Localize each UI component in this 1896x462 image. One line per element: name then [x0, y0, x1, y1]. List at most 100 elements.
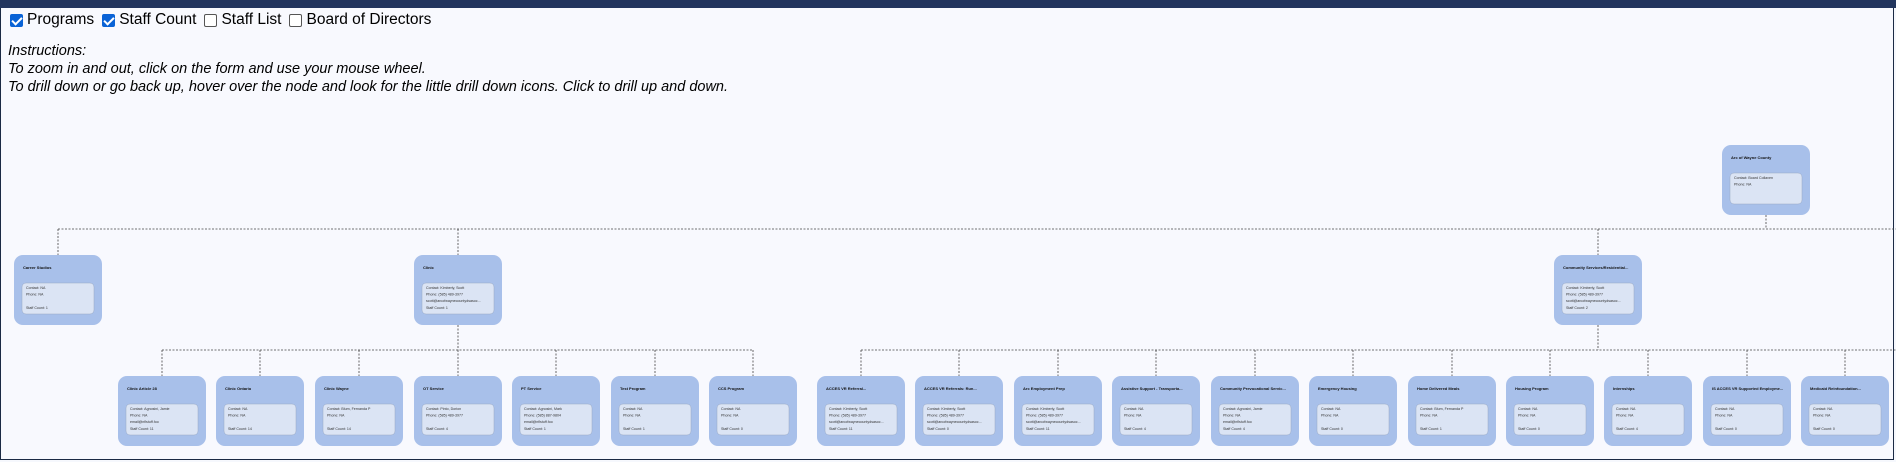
node-info-line: Contact: NA [26, 286, 46, 290]
node-title: OT Service [423, 386, 445, 391]
node-info-line: Staff Count: 1 [426, 306, 448, 310]
staff-list-label: Staff List [221, 11, 282, 28]
node-title: Career Studios [23, 265, 52, 270]
node-program[interactable]: Emergency Housing Contact: NA Phone: NA Sta… [1309, 376, 1397, 446]
node-info-line: Phone: NA [1124, 414, 1142, 418]
node-info-line: Phone: (585) 489-3977 [426, 414, 463, 418]
node-program[interactable]: Arc Employment Prep Contact: Kimberly, Sc… [1014, 376, 1102, 446]
node-info-line: Phone: NA [1616, 414, 1634, 418]
node-title: Arc of Wayne County [1731, 155, 1772, 160]
node-info-line: Contact: Kimberly, Scott [927, 407, 965, 411]
staff-count-label: Staff Count [119, 11, 197, 28]
node-title: Medicaid Reinfoundation... [1810, 386, 1861, 391]
node-info-line: Staff Count: 4 [1616, 427, 1638, 431]
node-program[interactable]: Clinic Wayne Contact: Blum, Fernanda P Pho… [315, 376, 403, 446]
node-info-line: Contact: Kimberly, Scott [829, 407, 867, 411]
node-title: Clinic [423, 265, 435, 270]
staff-count-checkbox[interactable]: Staff Count [102, 11, 196, 29]
node-program[interactable]: ACCES VR Referral... Contact: Kimberly, S… [817, 376, 905, 446]
node-clinic[interactable]: Clinic Contact: Kimberly, Scott Phone: (58… [414, 255, 502, 325]
node-info-line: Staff Count: 1 [26, 306, 48, 310]
node-info-line: Staff Count: 4 [1223, 427, 1245, 431]
node-info-line: Phone: (585) 489-3977 [1566, 293, 1603, 297]
node-title: Home Delivered Meals [1417, 386, 1460, 391]
node-title: Arc Employment Prep [1023, 386, 1065, 391]
staff-list-check-box[interactable] [204, 13, 218, 27]
node-title: Internships [1613, 386, 1635, 391]
node-community-services[interactable]: Community Services/Residential... Contact… [1554, 255, 1642, 325]
node-info-line: Staff Count: 11 [829, 427, 853, 431]
node-info-line: Contact: NA [228, 407, 248, 411]
node-info-line: Contact: NA [721, 407, 741, 411]
node-info-line: Staff Count: 2 [1566, 306, 1588, 310]
board-of-directors-check-box[interactable] [289, 13, 303, 27]
node-program[interactable]: Internships Contact: NA Phone: NA Staff Cou… [1604, 376, 1692, 446]
node-info-line: Staff Count: 11 [130, 427, 154, 431]
node-root[interactable]: Arc of Wayne County Contact: Board Collav… [1722, 145, 1810, 215]
node-title: Community Services/Residential... [1563, 265, 1628, 270]
node-info-line: Contact: Kimberly, Scott [426, 286, 464, 290]
node-program[interactable]: CCS Program Contact: NA Phone: NA Staff Cou… [709, 376, 797, 446]
instructions-line-1: To zoom in and out, click on the form an… [8, 61, 426, 77]
node-info-line: Phone: NA [228, 414, 246, 418]
node-info-line: Phone: NA [26, 293, 44, 297]
node-info-line: scott@arcofwaynecountydsasoc... [1026, 420, 1081, 424]
node-info-line: email@nflstuff.foo [130, 420, 159, 424]
node-program[interactable]: Medicaid Reinfoundation... Contact: NA Pho… [1801, 376, 1889, 446]
node-program[interactable]: OT Service Contact: Pinto, Dorion Phone: (… [414, 376, 502, 446]
node-info-line: Contact: Blum, Fernanda P [327, 407, 371, 411]
node-info-line: Phone: NA [1715, 414, 1733, 418]
node-title: Clinic Wayne [324, 386, 350, 391]
node-info-line: Phone: (585) 489-3977 [829, 414, 866, 418]
node-title: PT Service [521, 386, 542, 391]
node-info-line: Phone: NA [721, 414, 739, 418]
programs-checkbox[interactable]: Programs [10, 11, 94, 29]
programs-check-box[interactable] [10, 13, 23, 27]
node-info-line: Staff Count: 0 [927, 427, 949, 431]
node-info-line: Staff Count: 0 [1715, 427, 1737, 431]
node-program[interactable]: Clinic Ontario Contact: NA Phone: NA Staff … [216, 376, 304, 446]
node-program[interactable]: IS ACCES VR Supported Employme... Contact… [1703, 376, 1791, 446]
node-info-line: email@nflstuff.foo [524, 420, 553, 424]
node-info-line: Contact: NA [1518, 407, 1538, 411]
node-info-line: Staff Count: 0 [721, 427, 743, 431]
node-program[interactable]: PT Service Contact: Agnosini, Mark Phone: … [512, 376, 600, 446]
node-info-line: Staff Count: 4 [1124, 427, 1146, 431]
node-title: ACCES VR Referral... [826, 386, 866, 391]
node-info-line: Contact: NA [1616, 407, 1636, 411]
node-info-line: scott@arcofwaynecountydsasoc... [1566, 299, 1621, 303]
node-program[interactable]: Community Prevocational Servic... Contact… [1211, 376, 1299, 446]
node-info-line: Contact: Agnosini, Jamie [130, 407, 170, 411]
node-info-line: Staff Count: 0 [1321, 427, 1343, 431]
node-info-line: Contact: Agnosini, Mark [524, 407, 562, 411]
node-info-line: Staff Count: 11 [1026, 427, 1050, 431]
node-info-line: Phone: NA [1321, 414, 1339, 418]
node-program[interactable]: Assistive Support - Transporta... Contact… [1112, 376, 1200, 446]
node-info-line: Contact: NA [1813, 407, 1833, 411]
node-title: Housing Program [1515, 386, 1549, 391]
node-info-line: Phone: (585) 489-3977 [927, 414, 964, 418]
node-title: Community Prevocational Servic... [1220, 386, 1286, 391]
node-info-line: Contact: NA [1715, 407, 1735, 411]
view-options: Programs Staff Count Staff List Board of… [10, 11, 439, 29]
node-program[interactable]: Clinic Article 28 Contact: Agnosini, Jami… [118, 376, 206, 446]
programs-label: Programs [27, 11, 95, 28]
node-title: IS ACCES VR Supported Employme... [1712, 386, 1783, 391]
node-info-line: Contact: Kimberly, Scott [1026, 407, 1064, 411]
staff-count-check-box[interactable] [102, 13, 116, 27]
node-title: Clinic Article 28 [127, 386, 158, 391]
node-info-line: Contact: Board Collaven [1734, 176, 1773, 180]
node-program[interactable]: Home Delivered Meals Contact: Blum, Ferna… [1408, 376, 1496, 446]
node-program[interactable]: Housing Program Contact: NA Phone: NA Staff… [1506, 376, 1594, 446]
node-info-line: Contact: Pinto, Dorion [426, 407, 461, 411]
instructions: Instructions: To zoom in and out, click … [8, 42, 728, 96]
node-program[interactable]: ACCES VR Referrals: Run... Contact: Kimbe… [915, 376, 1003, 446]
node-career-studios[interactable]: Career Studios Contact: NA Phone: NA Staff … [14, 255, 102, 325]
node-info-line: Contact: Blum, Fernanda P [1420, 407, 1464, 411]
board-of-directors-checkbox[interactable]: Board of Directors [289, 11, 431, 29]
node-program[interactable]: Test Program Contact: NA Phone: NA Staff Co… [611, 376, 699, 446]
node-info-line: Phone: NA [623, 414, 641, 418]
node-info-line: Phone: (585) 489-3977 [1026, 414, 1063, 418]
staff-list-checkbox[interactable]: Staff List [204, 11, 281, 29]
node-title: Emergency Housing [1318, 386, 1357, 391]
